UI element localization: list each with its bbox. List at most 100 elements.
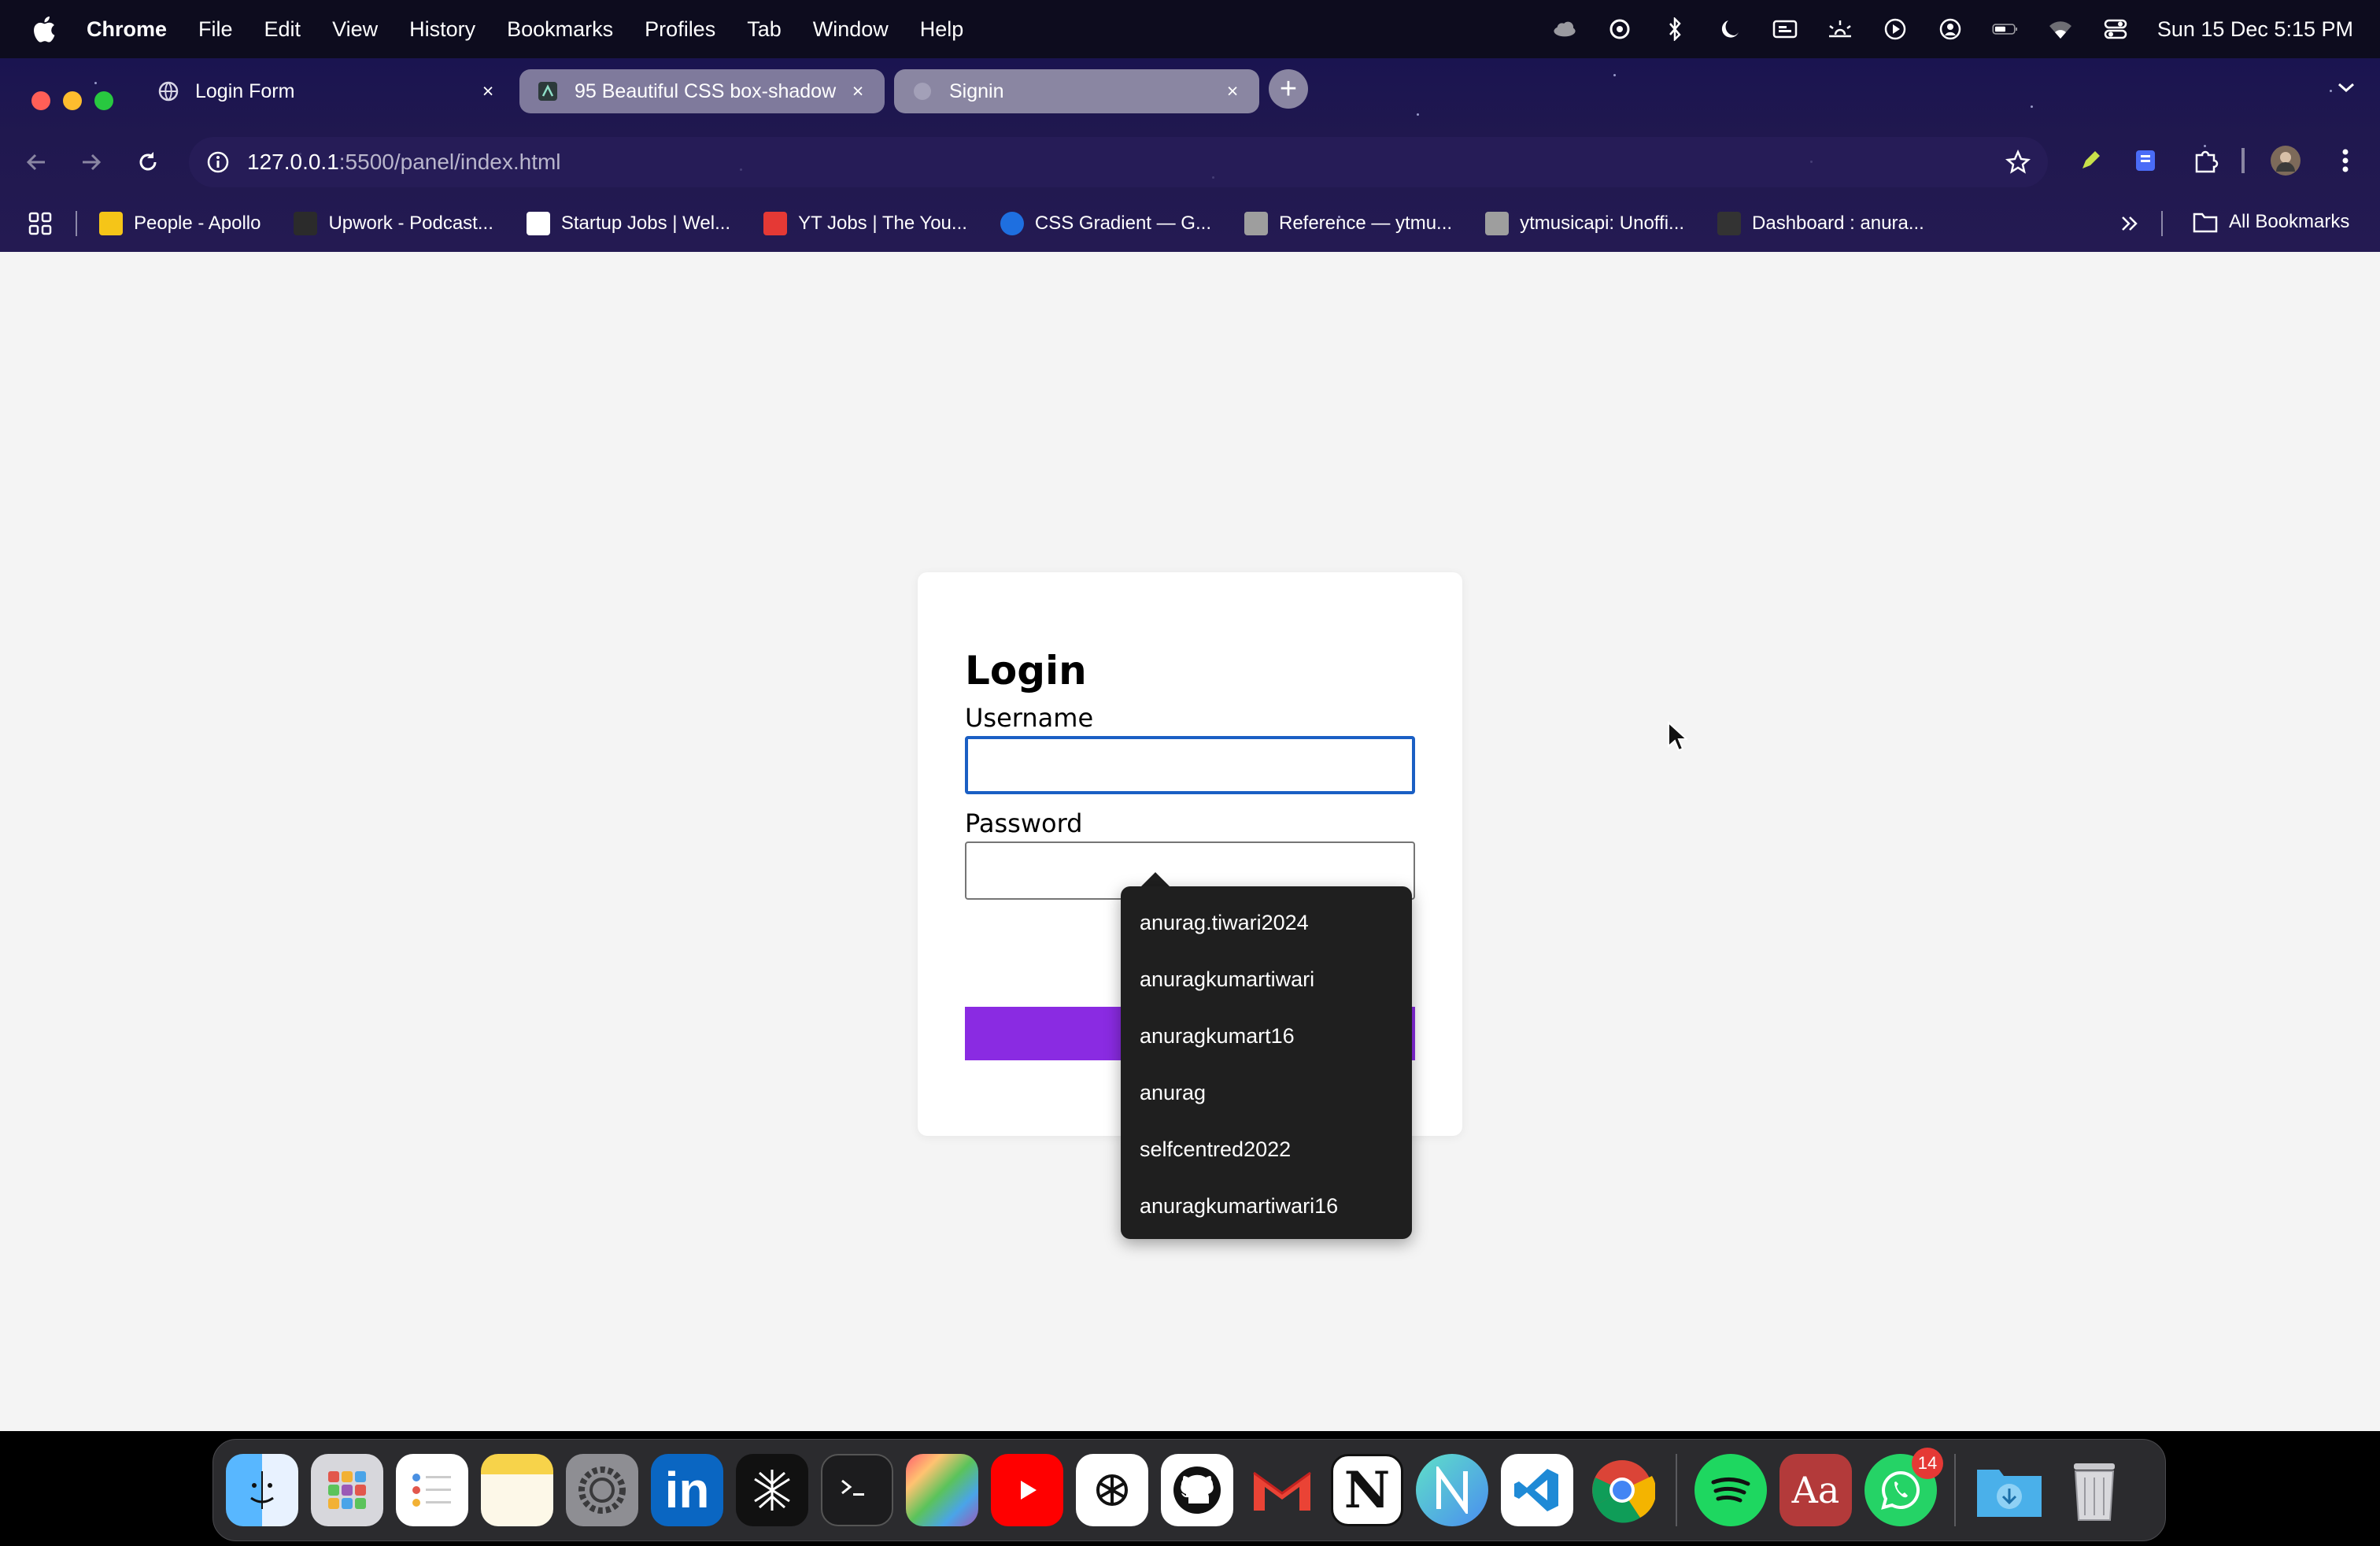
bookmark-people-apollo[interactable]: People - Apollo xyxy=(99,212,261,235)
maximize-window-button[interactable] xyxy=(94,91,113,110)
play-icon[interactable] xyxy=(1882,17,1909,41)
upwork-icon xyxy=(294,212,318,235)
profile-avatar[interactable] xyxy=(2270,145,2301,176)
bookmark-label: ytmusicapi: Unoffi... xyxy=(1520,213,1685,234)
menu-bookmarks[interactable]: Bookmarks xyxy=(507,17,613,42)
terminal-icon[interactable] xyxy=(821,1454,893,1526)
chatgpt-status-icon[interactable] xyxy=(1606,17,1633,41)
forward-button[interactable] xyxy=(74,145,109,179)
apple-menu-icon[interactable] xyxy=(30,14,57,44)
trash-icon[interactable] xyxy=(2058,1454,2131,1526)
tab-box-shadow[interactable]: 95 Beautiful CSS box-shadow × xyxy=(519,69,885,113)
username-input[interactable] xyxy=(965,736,1415,794)
finder-icon[interactable] xyxy=(226,1454,298,1526)
more-bookmarks-chevron-icon[interactable] xyxy=(2119,213,2141,235)
bookmark-star-icon[interactable] xyxy=(2005,150,2031,175)
notes-icon[interactable] xyxy=(481,1454,553,1526)
menu-file[interactable]: File xyxy=(198,17,233,42)
gmail-icon[interactable] xyxy=(1246,1454,1318,1526)
bookmark-upwork[interactable]: Upwork - Podcast... xyxy=(294,212,493,235)
macos-dock: in N Aa 14 xyxy=(213,1439,2166,1541)
all-bookmarks-folder[interactable]: All Bookmarks xyxy=(2193,211,2349,233)
close-tab-icon[interactable]: × xyxy=(1223,80,1242,102)
bookmarks-divider xyxy=(76,211,77,236)
bookmark-yt-jobs[interactable]: YT Jobs | The You... xyxy=(763,212,967,235)
brightness-icon[interactable] xyxy=(1827,17,1853,41)
icloud-icon[interactable] xyxy=(1551,17,1578,41)
whatsapp-icon[interactable]: 14 xyxy=(1864,1448,1943,1526)
battery-icon[interactable] xyxy=(1992,17,2019,41)
menu-bar-clock[interactable]: Sun 15 Dec 5:15 PM xyxy=(2157,17,2353,42)
launchpad-icon[interactable] xyxy=(311,1454,383,1526)
dock-area: in N Aa 14 xyxy=(0,1431,2380,1546)
tab-login-form[interactable]: Login Form × xyxy=(140,69,515,113)
chrome-menu-icon[interactable] xyxy=(2330,145,2361,176)
menu-edit[interactable]: Edit xyxy=(264,17,301,42)
focus-moon-icon[interactable] xyxy=(1717,17,1743,41)
spotify-icon[interactable] xyxy=(1694,1454,1767,1526)
address-bar[interactable]: 127.0.0.1:5500/panel/index.html xyxy=(189,137,2048,187)
menu-profiles[interactable]: Profiles xyxy=(645,17,715,42)
tab-search-chevron-icon[interactable] xyxy=(2336,80,2356,94)
perplexity-icon[interactable] xyxy=(736,1454,808,1526)
dictionary-icon[interactable]: Aa xyxy=(1779,1454,1852,1526)
minimize-window-button[interactable] xyxy=(63,91,82,110)
bookmark-css-gradient[interactable]: CSS Gradient — G... xyxy=(1000,212,1211,235)
menu-history[interactable]: History xyxy=(409,17,475,42)
github-icon[interactable] xyxy=(1161,1454,1233,1526)
dashboard-icon xyxy=(1717,212,1742,235)
menu-window[interactable]: Window xyxy=(813,17,889,42)
apps-grid-icon[interactable] xyxy=(28,212,52,235)
back-button[interactable] xyxy=(19,145,54,179)
site-info-icon[interactable] xyxy=(206,150,230,174)
url-host: 127.0.0.1 xyxy=(247,150,339,174)
new-tab-button[interactable]: + xyxy=(1269,69,1308,109)
menu-app-name[interactable]: Chrome xyxy=(87,17,167,42)
autofill-option[interactable]: anurag xyxy=(1121,1064,1412,1121)
autofill-popup-arrow xyxy=(1140,872,1171,888)
youtube-icon xyxy=(763,212,788,235)
chatgpt-icon[interactable] xyxy=(1076,1454,1148,1526)
dock-divider xyxy=(1676,1454,1677,1526)
wifi-icon[interactable] xyxy=(2047,17,2074,41)
autofill-option[interactable]: anuragkumartiwari xyxy=(1121,951,1412,1008)
menu-help[interactable]: Help xyxy=(920,17,964,42)
system-settings-icon[interactable] xyxy=(566,1454,638,1526)
url-text[interactable]: 127.0.0.1:5500/panel/index.html xyxy=(247,150,561,175)
autofill-option[interactable]: anuragkumart16 xyxy=(1121,1008,1412,1064)
display-icon[interactable] xyxy=(1772,17,1798,41)
tab-signin[interactable]: Signin × xyxy=(894,69,1259,113)
autofill-option[interactable]: anurag.tiwari2024 xyxy=(1121,894,1412,951)
chrome-icon[interactable] xyxy=(1586,1454,1658,1526)
control-center-icon[interactable] xyxy=(2102,17,2129,41)
reload-button[interactable] xyxy=(131,145,165,179)
notion-icon[interactable]: N xyxy=(1331,1454,1403,1526)
youtube-icon[interactable] xyxy=(991,1454,1063,1526)
menu-tab[interactable]: Tab xyxy=(747,17,782,42)
site-favicon-icon xyxy=(538,82,557,101)
autofill-option[interactable]: selfcentred2022 xyxy=(1121,1121,1412,1178)
user-account-icon[interactable] xyxy=(1937,17,1964,41)
vscode-icon[interactable] xyxy=(1501,1454,1573,1526)
final-cut-pro-icon[interactable] xyxy=(906,1454,978,1526)
close-tab-icon[interactable]: × xyxy=(479,80,497,102)
downloads-folder-icon[interactable] xyxy=(1973,1454,2046,1526)
reminders-icon[interactable] xyxy=(396,1454,468,1526)
bookmark-dashboard[interactable]: Dashboard : anura... xyxy=(1717,212,1924,235)
reader-extension-icon[interactable] xyxy=(2130,145,2161,176)
menu-view[interactable]: View xyxy=(332,17,378,42)
bookmark-ytmusicapi[interactable]: ytmusicapi: Unoffi... xyxy=(1485,212,1684,235)
highlighter-extension-icon[interactable] xyxy=(2075,145,2106,176)
globe-icon xyxy=(158,81,179,102)
close-window-button[interactable] xyxy=(31,91,50,110)
linkedin-icon[interactable]: in xyxy=(651,1454,723,1526)
close-tab-icon[interactable]: × xyxy=(848,80,867,102)
notchmeister-icon[interactable] xyxy=(1416,1454,1488,1526)
all-bookmarks-label: All Bookmarks xyxy=(2229,211,2350,232)
extensions-puzzle-icon[interactable] xyxy=(2190,145,2221,176)
autofill-option[interactable]: anuragkumartiwari16 xyxy=(1121,1178,1412,1234)
bookmark-reference-ytmusic[interactable]: Reference — ytmu... xyxy=(1244,212,1452,235)
bluetooth-icon[interactable] xyxy=(1661,17,1688,41)
bookmark-startup-jobs[interactable]: Startup Jobs | Wel... xyxy=(526,212,730,235)
status-area: Sun 15 Dec 5:15 PM xyxy=(1551,0,2353,58)
